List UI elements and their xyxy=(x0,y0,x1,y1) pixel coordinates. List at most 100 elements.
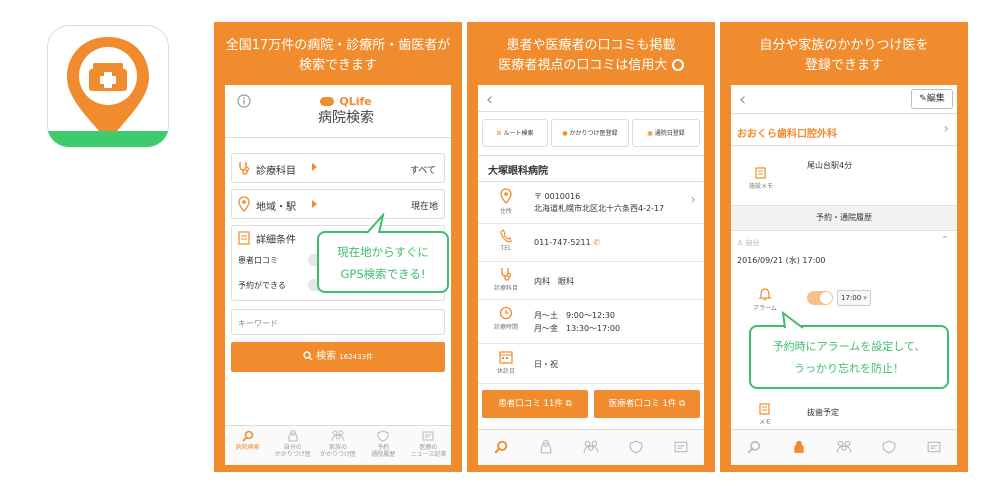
tab-hospital-search[interactable] xyxy=(731,430,776,465)
keyword-input[interactable]: キーワード xyxy=(231,309,445,335)
external-link-icon: ⧉ xyxy=(565,399,572,409)
tab-hospital-search[interactable]: 病院検索 xyxy=(225,426,270,465)
patient-review-button[interactable]: 患者口コミ 11件 ⧉ xyxy=(482,390,588,418)
tab-bar xyxy=(478,429,704,465)
gps-callout: 現在地からすぐに GPS検索できる! xyxy=(317,231,449,293)
phone-screen: ‹ ✎編集 おおくら歯科口腔外科 › 尾山台駅4分 施設メモ 予約・通院履歴 ♙… xyxy=(731,85,957,465)
tab-family-doctor[interactable]: 家族の かかりつけ医 xyxy=(315,426,360,465)
stethoscope-icon xyxy=(239,162,250,175)
edit-list-icon xyxy=(238,231,250,245)
search-icon xyxy=(747,440,760,454)
divider xyxy=(225,137,451,138)
panel-caption: 自分や家族のかかりつけ医を 登録できます xyxy=(759,38,929,73)
phone-icon: ✆ xyxy=(593,238,600,247)
family-icon xyxy=(331,430,345,442)
phone-screen: QLife 病院検索 診療科目 すべて 地域・駅 現在地 詳細条件 患者口コミ … xyxy=(225,85,451,465)
location-pin-icon xyxy=(500,188,512,204)
tel-row[interactable]: TEL 011-747-5211 ✆ xyxy=(478,224,704,262)
external-link-icon: ⧉ xyxy=(679,399,686,409)
tab-medical-news[interactable]: 医療の ニュース記事 xyxy=(406,426,451,465)
app-icon xyxy=(47,25,169,147)
clock-icon xyxy=(499,306,513,320)
screenshot-panel-search: 全国17万件の病院・診療所・歯医者が 検索できます QLife 病院検索 診療科… xyxy=(214,22,462,472)
tab-family-doctor[interactable] xyxy=(821,430,866,465)
screenshot-panel-my-doctor: 自分や家族のかかりつけ医を 登録できます ‹ ✎編集 おおくら歯科口腔外科 › … xyxy=(720,22,968,472)
tab-reservation-history[interactable] xyxy=(867,430,912,465)
callout-tail xyxy=(781,311,804,329)
alarm-time-select[interactable]: 17:00 ▾ xyxy=(837,290,871,306)
clinic-name: 大塚眼科病院 xyxy=(488,166,548,177)
screenshot-panel-clinic-detail: 患者や医療者の口コミも掲載 医療者視点の口コミは信用大 ‹ ⊞ ルート検索 ● … xyxy=(467,22,715,472)
info-icon[interactable] xyxy=(237,93,251,112)
back-chevron-icon[interactable]: ‹ xyxy=(486,89,493,110)
page-title: 病院検索 xyxy=(318,110,374,126)
divider xyxy=(478,111,704,112)
area-selector[interactable]: 地域・駅 現在地 xyxy=(231,189,445,219)
family-icon xyxy=(836,440,852,453)
green-bar xyxy=(47,131,169,147)
tab-my-doctor[interactable]: 自分の かかりつけ医 xyxy=(270,426,315,465)
reservation-datetime: 2016/09/21 (水) 17:00 xyxy=(737,256,826,265)
clinic-name[interactable]: おおくら歯科口腔外科 xyxy=(737,125,837,140)
search-icon xyxy=(494,440,507,454)
person-icon xyxy=(288,430,298,442)
callout-tail xyxy=(366,213,385,234)
memo-icon xyxy=(755,167,766,179)
calendar-icon xyxy=(499,351,513,364)
shield-icon xyxy=(882,440,896,454)
dept-selector[interactable]: 診療科目 すべて xyxy=(231,153,445,183)
alarm-toggle[interactable] xyxy=(807,291,833,305)
holiday-row: 休診日 日・祝 xyxy=(478,344,704,384)
phone-screen: ‹ ⊞ ルート検索 ● かかりつけ医登録 ▣ 通院日登録 大塚眼科病院 住所 〒… xyxy=(478,85,704,465)
panel-caption: 全国17万件の病院・診療所・歯医者が 検索できます xyxy=(225,38,451,73)
location-pin-icon xyxy=(238,196,250,212)
bell-icon xyxy=(759,288,771,301)
register-visit-button[interactable]: ▣ 通院日登録 xyxy=(632,119,700,147)
search-icon xyxy=(303,351,313,361)
search-button[interactable]: 検索 162433件 xyxy=(231,342,445,372)
double-circle-icon xyxy=(671,59,684,71)
panel-caption: 患者や医療者の口コミも掲載 医療者視点の口コミは信用大 xyxy=(467,36,715,76)
edit-icon: ✎ xyxy=(919,94,927,104)
caret-right-icon xyxy=(312,163,317,171)
tab-bar xyxy=(731,429,957,465)
divider xyxy=(731,145,957,146)
shield-icon xyxy=(377,430,389,442)
register-doctor-button[interactable]: ● かかりつけ医登録 xyxy=(551,119,629,147)
hours-row: 診療時間 月〜土 9:00〜12:30 月〜金 13:30〜17:00 xyxy=(478,300,704,344)
address-row[interactable]: 住所 〒 0010016 北海道札幌市北区北十六条西4-2-17 › xyxy=(478,182,704,224)
route-search-button[interactable]: ⊞ ルート検索 xyxy=(482,119,548,147)
divider xyxy=(731,113,957,114)
tab-my-doctor[interactable] xyxy=(523,430,568,465)
tab-bar: 病院検索 自分の かかりつけ医 家族の かかりつけ医 予約 通院履歴 医療の ニュース記… xyxy=(225,425,451,465)
tab-reservation-history[interactable] xyxy=(614,430,659,465)
hospital-pin-icon xyxy=(67,37,149,143)
edit-button[interactable]: ✎編集 xyxy=(911,89,953,109)
phone-icon xyxy=(500,229,512,243)
tab-medical-news[interactable] xyxy=(912,430,957,465)
news-icon xyxy=(674,441,688,453)
tab-reservation-history[interactable]: 予約 通院履歴 xyxy=(361,426,406,465)
chevron-right-icon: › xyxy=(690,192,696,208)
tab-medical-news[interactable] xyxy=(659,430,704,465)
divider xyxy=(478,155,704,156)
person-icon: ♙ xyxy=(737,239,744,247)
tab-hospital-search[interactable] xyxy=(478,430,523,465)
section-header: 予約・通院履歴 xyxy=(731,205,957,231)
person-icon xyxy=(794,440,804,453)
memo-icon xyxy=(759,403,770,415)
back-chevron-icon[interactable]: ‹ xyxy=(739,89,746,110)
shield-icon xyxy=(629,440,643,454)
stethoscope-icon xyxy=(501,268,512,281)
tab-my-doctor[interactable] xyxy=(776,430,821,465)
chevron-down-icon: ▾ xyxy=(863,294,867,302)
chevron-right-icon: › xyxy=(943,121,949,137)
caret-right-icon xyxy=(312,200,317,208)
medical-review-button[interactable]: 医療者口コミ 1件 ⧉ xyxy=(594,390,700,418)
department-row: 診療科目 内科 眼科 xyxy=(478,262,704,300)
chevron-up-icon[interactable]: ⌃ xyxy=(941,235,949,246)
tab-family-doctor[interactable] xyxy=(568,430,613,465)
news-icon xyxy=(422,431,434,441)
search-icon xyxy=(241,430,253,442)
family-icon xyxy=(583,440,599,453)
